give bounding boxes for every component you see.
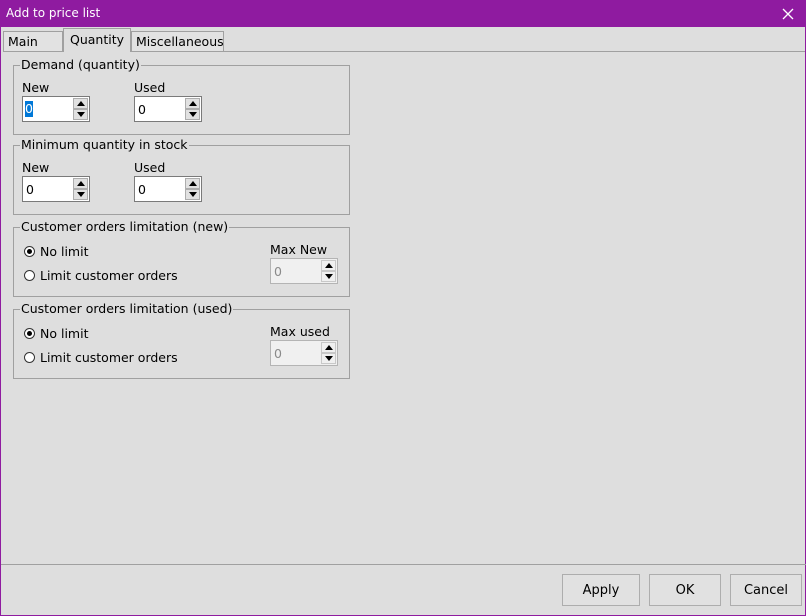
- spin-down-button[interactable]: [321, 353, 336, 364]
- arrow-down-icon: [188, 112, 197, 117]
- max-new-label: Max New: [270, 242, 328, 257]
- spin-down-button[interactable]: [185, 189, 200, 200]
- radio-selected-dot: [27, 331, 32, 336]
- limit-new-limit-radio[interactable]: [24, 270, 35, 281]
- tab-label: Quantity: [70, 32, 125, 47]
- limit-used-no-limit-label[interactable]: No limit: [40, 326, 88, 341]
- apply-button[interactable]: Apply: [562, 574, 640, 606]
- limit-new-no-limit-radio[interactable]: [24, 246, 35, 257]
- demand-used-spinbox[interactable]: [134, 96, 202, 122]
- group-title: Customer orders limitation (used): [20, 301, 234, 316]
- tab-label: Miscellaneous: [136, 34, 224, 49]
- tab-miscellaneous[interactable]: Miscellaneous: [131, 31, 224, 51]
- spin-up-button[interactable]: [73, 98, 88, 109]
- arrow-down-icon: [188, 192, 197, 197]
- close-button[interactable]: [771, 1, 805, 27]
- demand-used-label: Used: [134, 80, 166, 95]
- min-stock-used-spinbox[interactable]: [134, 176, 202, 202]
- limit-new-limit-label[interactable]: Limit customer orders: [40, 268, 178, 283]
- max-new-input[interactable]: [272, 260, 320, 282]
- arrow-down-icon: [76, 112, 85, 117]
- tab-main[interactable]: Main: [3, 31, 63, 51]
- arrow-up-icon: [76, 181, 85, 186]
- arrow-up-icon: [188, 101, 197, 106]
- max-used-label: Max used: [270, 324, 330, 339]
- spin-down-button[interactable]: [73, 109, 88, 120]
- max-used-input[interactable]: [272, 342, 320, 364]
- min-stock-used-input[interactable]: [136, 178, 184, 200]
- spin-up-button[interactable]: [321, 260, 336, 271]
- close-icon: [782, 8, 794, 20]
- ok-button[interactable]: OK: [649, 574, 721, 606]
- arrow-up-icon: [188, 181, 197, 186]
- spin-down-button[interactable]: [73, 189, 88, 200]
- radio-selected-dot: [27, 249, 32, 254]
- demand-used-input[interactable]: [136, 98, 184, 120]
- spin-down-button[interactable]: [321, 271, 336, 282]
- max-used-spinbox[interactable]: [270, 340, 338, 366]
- group-title: Customer orders limitation (new): [20, 219, 230, 234]
- min-stock-new-spinbox[interactable]: [22, 176, 90, 202]
- bottom-separator: [1, 564, 806, 565]
- group-title: Demand (quantity): [20, 57, 141, 72]
- arrow-up-icon: [76, 101, 85, 106]
- spin-up-button[interactable]: [185, 178, 200, 189]
- spin-down-button[interactable]: [185, 109, 200, 120]
- limit-new-no-limit-label[interactable]: No limit: [40, 244, 88, 259]
- limit-used-limit-radio[interactable]: [24, 352, 35, 363]
- tab-label: Main: [8, 34, 38, 49]
- min-stock-new-label: New: [22, 160, 50, 175]
- arrow-up-icon: [324, 263, 333, 268]
- min-stock-new-input[interactable]: [24, 178, 72, 200]
- limit-used-limit-label[interactable]: Limit customer orders: [40, 350, 178, 365]
- limit-used-no-limit-radio[interactable]: [24, 328, 35, 339]
- demand-new-input[interactable]: 0: [25, 101, 33, 117]
- window-title: Add to price list: [6, 6, 101, 20]
- cancel-button[interactable]: Cancel: [730, 574, 802, 606]
- max-new-spinbox[interactable]: [270, 258, 338, 284]
- arrow-down-icon: [76, 192, 85, 197]
- arrow-down-icon: [324, 356, 333, 361]
- spin-up-button[interactable]: [321, 342, 336, 353]
- arrow-up-icon: [324, 345, 333, 350]
- tab-quantity[interactable]: Quantity: [63, 28, 131, 52]
- dialog-window: Add to price list Main Quantity Miscella…: [0, 0, 806, 616]
- spin-up-button[interactable]: [73, 178, 88, 189]
- arrow-down-icon: [324, 274, 333, 279]
- group-title: Minimum quantity in stock: [20, 137, 189, 152]
- title-bar[interactable]: Add to price list: [1, 1, 805, 27]
- spin-up-button[interactable]: [185, 98, 200, 109]
- demand-new-spinbox[interactable]: 0: [22, 96, 90, 122]
- demand-new-label: New: [22, 80, 50, 95]
- min-stock-used-label: Used: [134, 160, 166, 175]
